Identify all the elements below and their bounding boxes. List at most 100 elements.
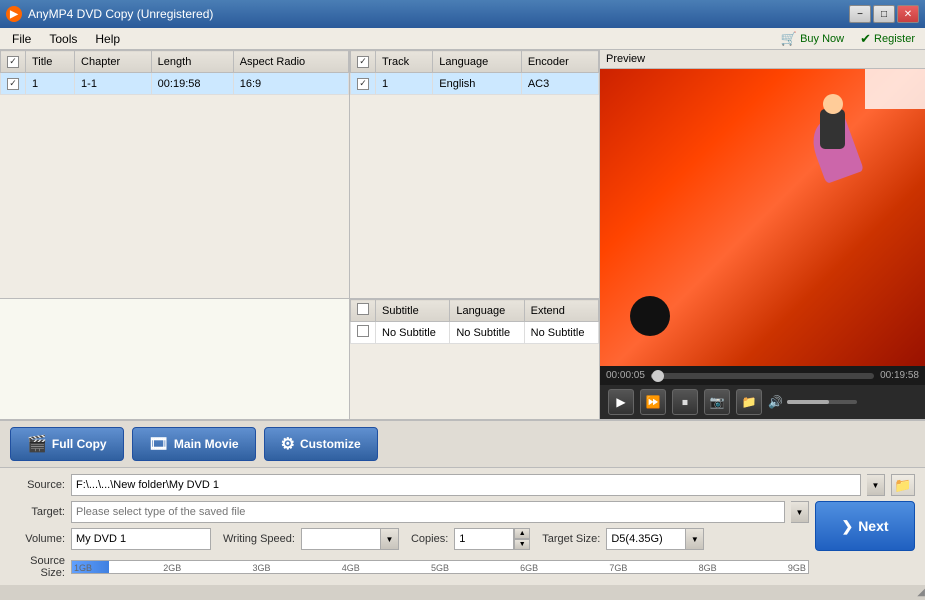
th-length: Length xyxy=(151,51,233,73)
th-check-subtitle xyxy=(351,300,376,322)
source-label: Source: xyxy=(10,479,65,491)
cell-chapter: 1-1 xyxy=(75,73,152,95)
cell-subtitle: No Subtitle xyxy=(376,322,450,344)
play-button[interactable]: ▶ xyxy=(608,389,634,415)
th-subtitle: Subtitle xyxy=(376,300,450,322)
copies-spinner: ▲ ▼ xyxy=(454,528,530,550)
scene-highlight xyxy=(865,69,925,109)
head xyxy=(823,94,843,114)
copies-spin-buttons: ▲ ▼ xyxy=(514,528,530,550)
screenshot-button[interactable]: 📷 xyxy=(704,389,730,415)
size-9gb: 9GB xyxy=(788,561,806,573)
writing-speed-dropdown-btn[interactable]: ▼ xyxy=(381,528,399,550)
main-area: ✓ Title Chapter Length Aspect Radio ✓ xyxy=(0,50,925,420)
menu-file[interactable]: File xyxy=(4,30,39,48)
writing-speed-input[interactable] xyxy=(301,528,381,550)
timeline-track[interactable] xyxy=(651,373,874,379)
header-checkbox-main[interactable]: ✓ xyxy=(7,56,19,68)
customize-button[interactable]: ⚙ Customize xyxy=(264,427,378,461)
target-size-dropdown-btn[interactable]: ▼ xyxy=(686,528,704,550)
tables-container: ✓ Title Chapter Length Aspect Radio ✓ xyxy=(0,50,600,419)
volume-label: Volume: xyxy=(10,533,65,545)
th-chapter: Chapter xyxy=(75,51,152,73)
table-row[interactable]: ✓ 1 1-1 00:19:58 16:9 xyxy=(1,73,349,95)
size-3gb: 3GB xyxy=(252,561,270,573)
target-next-row: Target: ▼ Volume: Writing Speed: ▼ Copie… xyxy=(10,501,915,579)
th-check-track: ✓ xyxy=(351,51,376,73)
target-dropdown-button[interactable]: ▼ xyxy=(791,501,809,523)
th-check-main: ✓ xyxy=(1,51,26,73)
target-size-input[interactable] xyxy=(606,528,686,550)
title-bar: ▶ AnyMP4 DVD Copy (Unregistered) − □ ✕ xyxy=(0,0,925,28)
app-icon: ▶ xyxy=(6,6,22,22)
main-movie-button[interactable]: 🎞 Main Movie xyxy=(132,427,256,461)
folder-button[interactable]: 📁 xyxy=(736,389,762,415)
size-8gb: 8GB xyxy=(699,561,717,573)
minimize-button[interactable]: − xyxy=(849,5,871,23)
menu-tools[interactable]: Tools xyxy=(41,30,85,48)
cell-aspect: 16:9 xyxy=(233,73,348,95)
cell-sub-language: No Subtitle xyxy=(450,322,524,344)
target-section: Target: ▼ Volume: Writing Speed: ▼ Copie… xyxy=(10,501,809,579)
menu-items: File Tools Help xyxy=(4,30,128,48)
copies-label: Copies: xyxy=(411,533,448,545)
copies-down-button[interactable]: ▼ xyxy=(514,539,530,550)
preview-header: Preview xyxy=(600,50,925,69)
header-buttons: 🛒 Buy Now ✔ Register xyxy=(775,29,921,49)
volume-input[interactable] xyxy=(71,528,211,550)
menu-help[interactable]: Help xyxy=(87,30,128,48)
row-checkbox[interactable]: ✓ xyxy=(1,73,26,95)
buy-now-button[interactable]: 🛒 Buy Now xyxy=(775,29,850,49)
table-row[interactable]: No Subtitle No Subtitle No Subtitle xyxy=(351,322,599,344)
writing-speed-label: Writing Speed: xyxy=(223,533,295,545)
timeline-thumb[interactable] xyxy=(652,370,664,382)
copies-up-button[interactable]: ▲ xyxy=(514,528,530,539)
size-5gb: 5GB xyxy=(431,561,449,573)
size-6gb: 6GB xyxy=(520,561,538,573)
header-checkbox-subtitle[interactable] xyxy=(357,303,369,315)
volume-fill xyxy=(787,400,829,404)
full-copy-label: Full Copy xyxy=(52,437,107,451)
next-button[interactable]: ❯ Next xyxy=(815,501,915,551)
source-dropdown-button[interactable]: ▼ xyxy=(867,474,885,496)
bottom-controls: Source: ▼ 📁 Target: ▼ Volume: Writing Sp… xyxy=(0,468,925,585)
source-size-label: Source Size: xyxy=(10,555,65,579)
cell-track: 1 xyxy=(376,73,433,95)
cell-encoder: AC3 xyxy=(521,73,598,95)
maximize-button[interactable]: □ xyxy=(873,5,895,23)
title-bar-left: ▶ AnyMP4 DVD Copy (Unregistered) xyxy=(6,6,213,22)
target-row: Target: ▼ xyxy=(10,501,809,523)
close-button[interactable]: ✕ xyxy=(897,5,919,23)
subtitle-table-wrapper: Subtitle Language Extend No Subtitle No … xyxy=(350,299,599,419)
full-copy-icon: 🎬 xyxy=(27,434,47,454)
volume-track[interactable] xyxy=(787,400,857,404)
subtitle-table: Subtitle Language Extend No Subtitle No … xyxy=(350,299,599,344)
source-folder-button[interactable]: 📁 xyxy=(891,474,915,496)
timeline-bar: 00:00:05 00:19:58 xyxy=(600,366,925,385)
copies-input[interactable] xyxy=(454,528,514,550)
register-icon: ✔ xyxy=(860,31,871,47)
target-input[interactable] xyxy=(71,501,785,523)
register-button[interactable]: ✔ Register xyxy=(854,29,921,49)
th-title: Title xyxy=(26,51,75,73)
cell-language: English xyxy=(433,73,522,95)
source-input[interactable] xyxy=(71,474,861,496)
upper-tables: ✓ Title Chapter Length Aspect Radio ✓ xyxy=(0,50,599,299)
next-arrow-icon: ❯ xyxy=(841,518,853,535)
header-checkbox-track[interactable]: ✓ xyxy=(357,56,369,68)
stop-button[interactable]: ⏹ xyxy=(672,389,698,415)
options-row: Volume: Writing Speed: ▼ Copies: ▲ ▼ Tar… xyxy=(10,528,809,550)
fast-forward-button[interactable]: ⏩ xyxy=(640,389,666,415)
th-language: Language xyxy=(433,51,522,73)
main-track-table: ✓ Title Chapter Length Aspect Radio ✓ xyxy=(0,50,350,298)
resize-handle[interactable]: ◢ xyxy=(911,586,925,600)
row-checkbox[interactable]: ✓ xyxy=(351,73,376,95)
table-row[interactable]: ✓ 1 English AC3 xyxy=(351,73,599,95)
row-checkbox[interactable] xyxy=(351,322,376,344)
subtitle-spacer xyxy=(0,299,350,419)
target-size-dropdown: ▼ xyxy=(606,528,704,550)
full-copy-button[interactable]: 🎬 Full Copy xyxy=(10,427,124,461)
mode-buttons: 🎬 Full Copy 🎞 Main Movie ⚙ Customize xyxy=(0,420,925,468)
title-table: ✓ Title Chapter Length Aspect Radio ✓ xyxy=(0,50,349,95)
next-label: Next xyxy=(858,518,888,534)
